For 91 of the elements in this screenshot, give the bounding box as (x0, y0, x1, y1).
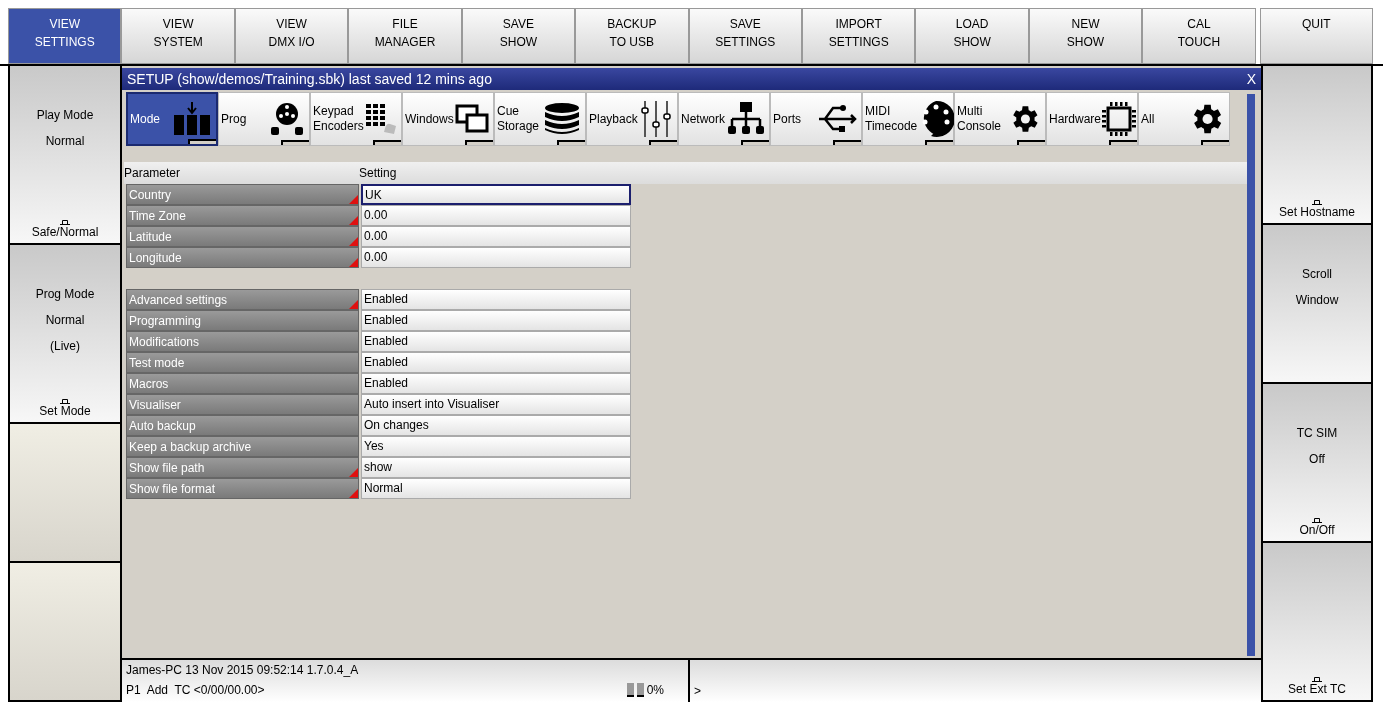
key-icon (1312, 518, 1322, 523)
setting-field[interactable]: Auto insert into Visualiser (361, 394, 631, 415)
faders-icon (639, 100, 673, 138)
soft-key[interactable]: Set Ext TC (1263, 543, 1371, 702)
top-button[interactable]: CAL TOUCH (1142, 8, 1256, 64)
scrollbar[interactable] (1247, 94, 1255, 656)
parameter-cell: Keep a backup archive (126, 436, 359, 457)
keypad-icon (363, 102, 398, 136)
parameter-cell: Show file format (126, 478, 359, 499)
parameter-cell: Modifications (126, 331, 359, 352)
soft-key[interactable] (10, 424, 120, 563)
setting-field[interactable]: Enabled (361, 289, 631, 310)
status-command: P1 Add TC <0/00/00.00> (126, 682, 265, 699)
chip-icon (1101, 101, 1138, 137)
flag-icon (349, 237, 358, 246)
meter-icon (626, 683, 645, 697)
key-icon (60, 220, 70, 225)
soft-key[interactable]: Scroll Window (1263, 225, 1371, 384)
tab[interactable]: Windows (402, 92, 494, 146)
setting-field[interactable]: show (361, 457, 631, 478)
setting-field[interactable]: Enabled (361, 352, 631, 373)
key-icon (1312, 677, 1322, 682)
flag-icon (349, 300, 358, 309)
tab[interactable]: Keypad Encoders (310, 92, 402, 146)
reel-icon (269, 102, 305, 136)
setting-field[interactable]: Yes (361, 436, 631, 457)
tab[interactable]: MIDI Timecode (862, 92, 954, 146)
network-icon (727, 101, 765, 137)
window-title: SETUP (show/demos/Training.sbk) last saved 12 mins ago (127, 69, 492, 89)
setting-field[interactable]: Normal (361, 478, 631, 499)
soft-key[interactable]: Prog Mode Normal (Live) Set Mode (10, 245, 120, 424)
parameter-cell: Longitude (126, 247, 359, 268)
top-button[interactable]: LOAD SHOW (915, 8, 1029, 64)
windows-icon (455, 104, 489, 134)
tab[interactable]: Network (678, 92, 770, 146)
flag-icon (349, 489, 358, 498)
tab[interactable]: Mode (126, 92, 218, 146)
close-button[interactable]: X (1246, 68, 1256, 90)
parameter-cell: Latitude (126, 226, 359, 247)
parameter-cell: Time Zone (126, 205, 359, 226)
tab[interactable]: Ports (770, 92, 862, 146)
top-button[interactable]: FILE MANAGER (348, 8, 462, 64)
tab[interactable]: Prog (218, 92, 310, 146)
top-button[interactable]: VIEW DMX I/O (234, 8, 349, 64)
setting-field[interactable]: Enabled (361, 373, 631, 394)
tab[interactable]: All (1138, 92, 1230, 146)
parameter-cell: Programming (126, 310, 359, 331)
soft-key[interactable] (10, 563, 120, 702)
parameter-cell: Show file path (126, 457, 359, 478)
key-icon (1312, 200, 1322, 205)
tab[interactable]: Cue Storage (494, 92, 586, 146)
parameter-cell: Visualiser (126, 394, 359, 415)
tab[interactable]: Playback (586, 92, 678, 146)
soft-key[interactable]: Set Hostname (1263, 66, 1371, 225)
key-icon (60, 399, 70, 404)
top-button[interactable]: VIEW SETTINGS (8, 8, 122, 64)
top-button[interactable]: QUIT (1259, 8, 1374, 64)
command-prompt: > (694, 683, 701, 700)
flag-icon (349, 258, 358, 267)
setting-field[interactable]: 0.00 (361, 205, 631, 226)
usb-icon (817, 104, 857, 134)
setting-field[interactable]: Enabled (361, 310, 631, 331)
soft-key[interactable]: Play Mode Normal Safe/Normal (10, 66, 120, 245)
soft-key[interactable]: TC SIM Off On/Off (1263, 384, 1371, 543)
setting-field[interactable]: UK (361, 184, 631, 205)
flag-icon (349, 195, 358, 204)
top-button[interactable]: SAVE SHOW (461, 8, 576, 64)
tab[interactable]: Hardware (1046, 92, 1138, 146)
parameter-cell: Advanced settings (126, 289, 359, 310)
parameter-cell: Test mode (126, 352, 359, 373)
top-button[interactable]: NEW SHOW (1028, 8, 1143, 64)
parameter-cell: Macros (126, 373, 359, 394)
setting-field[interactable]: Enabled (361, 331, 631, 352)
setting-field[interactable]: 0.00 (361, 226, 631, 247)
top-button[interactable]: IMPORT SETTINGS (801, 8, 916, 64)
top-button[interactable]: BACKUP TO USB (575, 8, 689, 64)
setting-field[interactable]: 0.00 (361, 247, 631, 268)
database-icon (543, 102, 581, 136)
usage-percent: 0% (646, 682, 664, 699)
parameter-cell: Auto backup (126, 415, 359, 436)
column-header: Parameter (124, 165, 182, 182)
flag-icon (349, 468, 358, 477)
setting-field[interactable]: On changes (361, 415, 631, 436)
parameter-cell: Country (126, 184, 359, 205)
flag-icon (349, 216, 358, 225)
status-info: James-PC 13 Nov 2015 09:52:14 1.7.0.4_A (126, 662, 360, 679)
tab[interactable]: Multi Console (954, 92, 1046, 146)
top-button[interactable]: VIEW SYSTEM (121, 8, 235, 64)
top-button[interactable]: SAVE SETTINGS (688, 8, 802, 64)
bars-arrow-icon (172, 102, 212, 136)
column-header: Setting (359, 165, 397, 182)
